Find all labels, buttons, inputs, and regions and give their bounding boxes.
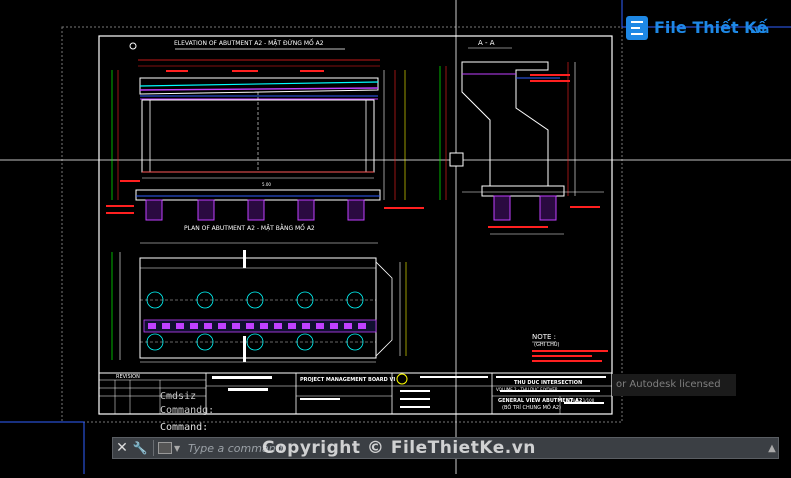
note-subtitle: (GHI CHÚ): [534, 342, 560, 348]
recent-commands-button[interactable]: ▼: [158, 441, 186, 455]
revision-label: REVISION: [116, 374, 140, 380]
elevation-view: 5.00: [106, 42, 424, 221]
command-history-line: Commandg:: [160, 405, 215, 416]
crosshair-pickbox: [449, 152, 464, 167]
copyright-watermark: Copyright © FileThietKe.vn: [262, 438, 536, 458]
sheet-subtitle: (BỐ TRÍ CHUNG MỐ A2): [502, 405, 562, 411]
command-history-line: Command:: [160, 422, 209, 433]
close-icon[interactable]: ✕: [113, 438, 131, 458]
elevation-title: ELEVATION OF ABUTMENT A2 - MẶT ĐỨNG MỐ A…: [174, 40, 324, 47]
svg-text:5.00: 5.00: [262, 182, 271, 187]
filethietke-logo: File Thiết Kế .vn: [626, 12, 786, 46]
chevron-down-icon: ▼: [174, 443, 181, 453]
section-title: A - A: [478, 39, 495, 47]
license-notice: or Autodesk licensed: [612, 374, 736, 396]
drawing-canvas[interactable]: 5.00 ELEVATION OF ABUTMENT A2 - MẶT ĐỨNG…: [0, 0, 791, 474]
note-title: NOTE :: [532, 333, 557, 341]
intersection-title: THU DUC INTERSECTION: [514, 380, 583, 386]
wrench-icon[interactable]: 🔧: [131, 441, 149, 455]
logo-suffix: .vn: [750, 23, 770, 36]
chevron-up-icon[interactable]: ▲: [766, 443, 778, 454]
volume-label: VOLUME 2 - THU DUC FLYOVER: [496, 387, 558, 392]
project-title: PROJECT MANAGEMENT BOARD VI: [300, 377, 396, 383]
plan-view: [111, 242, 407, 363]
sheet-frame: [98, 35, 613, 415]
command-icon: [158, 442, 172, 454]
plan-title: PLAN OF ABUTMENT A2 - MẶT BẰNG MỐ A2: [184, 225, 315, 232]
separator: [153, 440, 154, 456]
scale-label: SCALE : 1/100: [566, 398, 595, 403]
command-history-line: Cmdsiz: [160, 391, 197, 402]
section-view: [439, 47, 604, 235]
